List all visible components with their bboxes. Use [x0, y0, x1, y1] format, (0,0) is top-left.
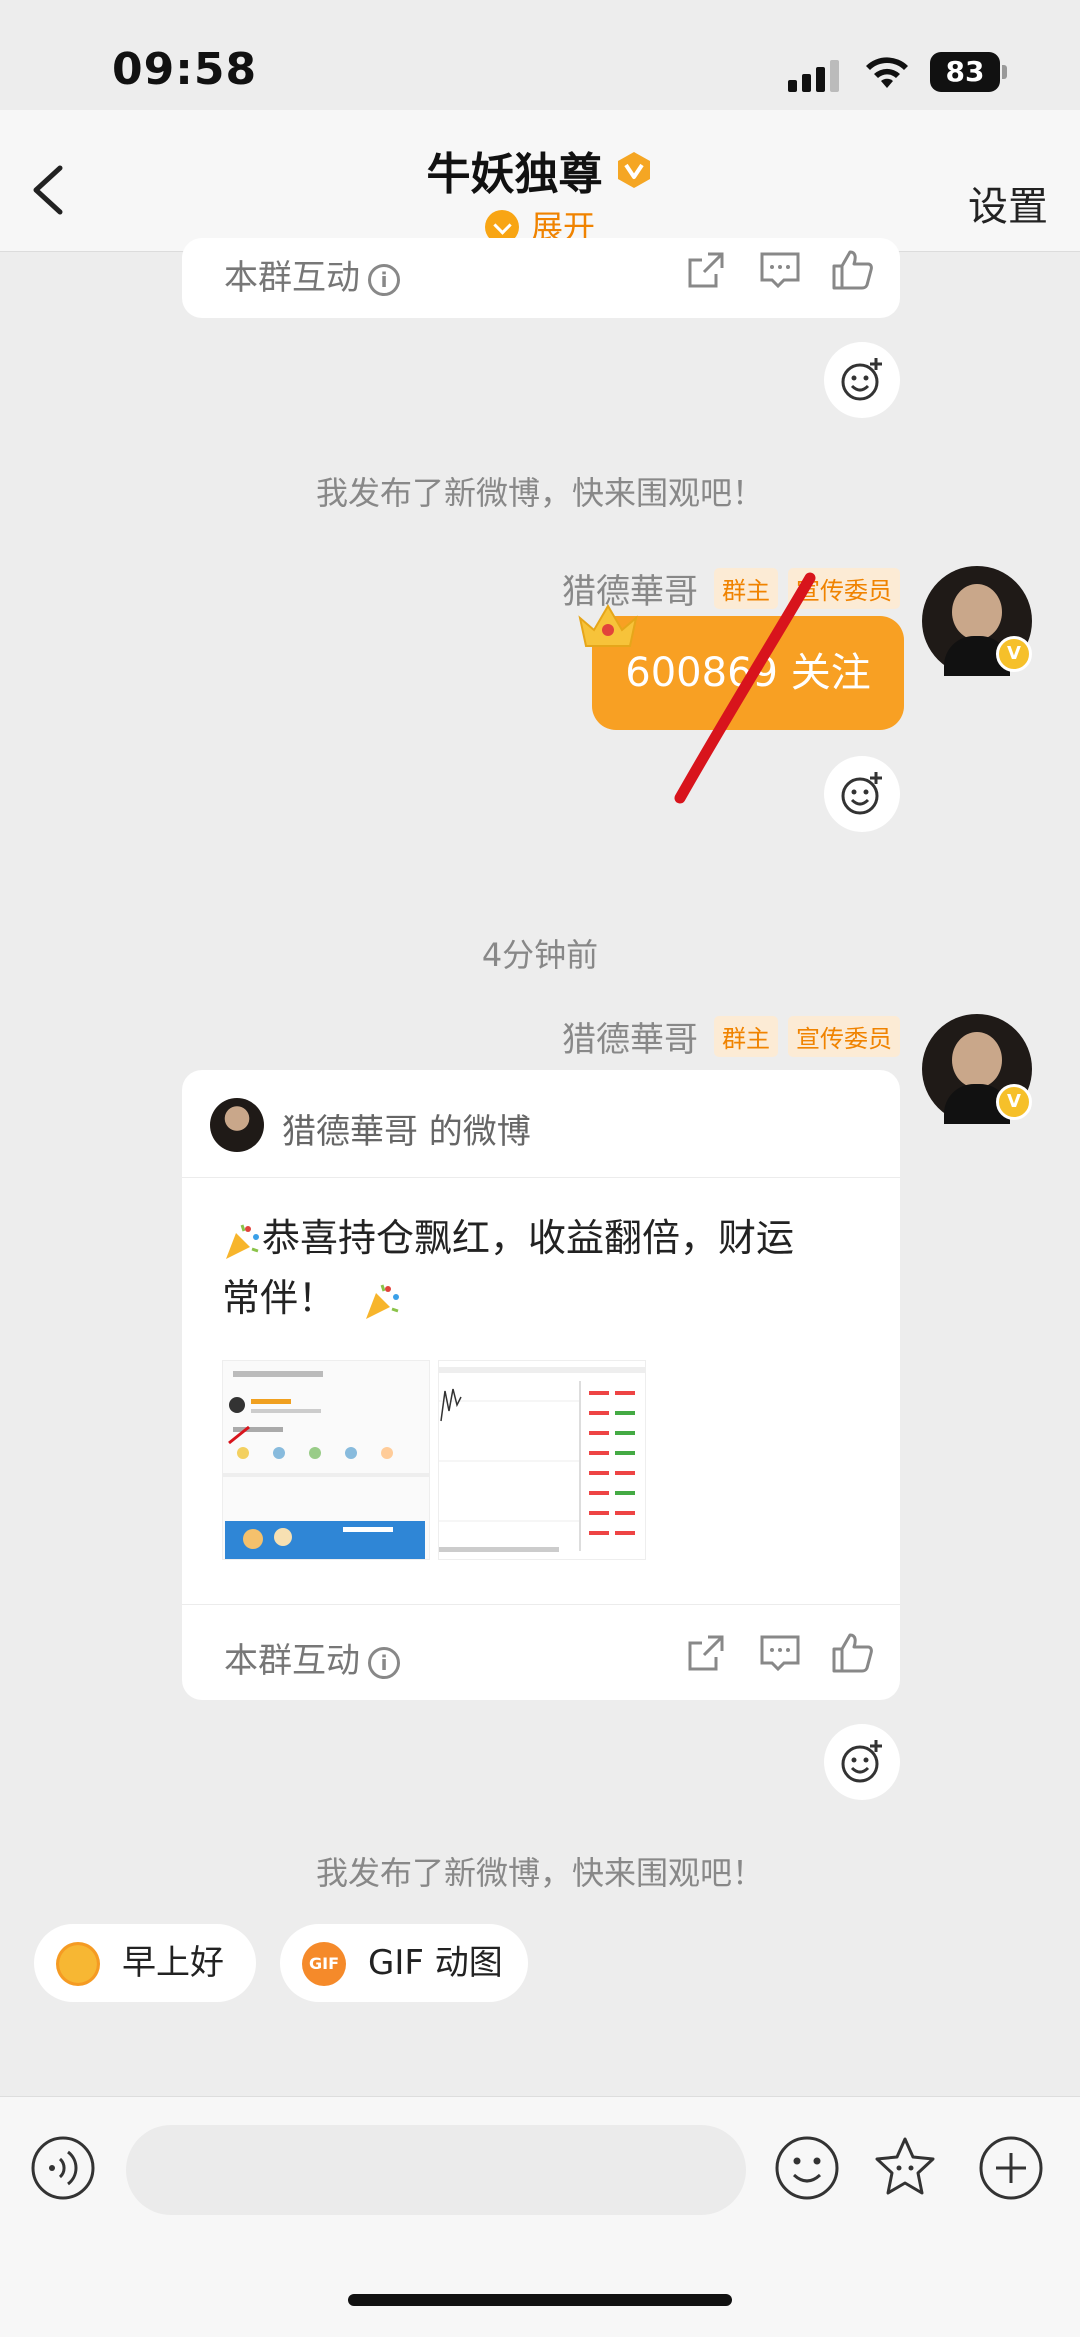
interaction-text: 本群互动: [224, 1641, 360, 1681]
weibo-author-avatar: [210, 1098, 264, 1152]
add-reaction-button[interactable]: [824, 1724, 900, 1800]
post-screenshot-thumbnail: [223, 1361, 429, 1559]
share-icon[interactable]: [684, 248, 728, 292]
emoji-icon[interactable]: [772, 2133, 842, 2203]
verified-v-icon: V: [996, 1084, 1032, 1120]
home-indicator: [348, 2294, 732, 2306]
comment-icon[interactable]: [758, 1631, 802, 1675]
group-title: 牛妖独尊: [426, 149, 603, 200]
share-icon[interactable]: [684, 1631, 728, 1675]
comment-icon[interactable]: [758, 248, 802, 292]
card-footer: 本群互动 i: [182, 238, 900, 318]
role-badge: 宣传委员: [788, 1015, 900, 1057]
message-input[interactable]: [126, 2125, 746, 2215]
party-popper-icon: [226, 1224, 259, 1259]
role-badge: 宣传委员: [788, 567, 900, 609]
sender-name[interactable]: 猎德華哥: [562, 1012, 698, 1061]
wifi-icon: [866, 57, 908, 88]
gif-icon: GIF: [302, 1942, 346, 1986]
weibo-card-title: 猎德華哥 的微博: [282, 1112, 531, 1152]
avatar[interactable]: V: [922, 1014, 1032, 1124]
weibo-card-header[interactable]: 猎德華哥 的微博: [182, 1070, 900, 1178]
weibo-text-line1: 恭喜持仓飘红，收益翻倍，财运: [262, 1216, 795, 1260]
system-message: 我发布了新微博，快来围观吧！: [315, 474, 764, 512]
weibo-share-card[interactable]: 本群互动 i: [182, 238, 900, 318]
add-more-icon[interactable]: [976, 2133, 1046, 2203]
info-icon[interactable]: i: [368, 1646, 400, 1679]
quick-reply-good-morning[interactable]: 早上好: [34, 1924, 256, 2002]
weibo-image-1[interactable]: [222, 1360, 430, 1560]
battery-icon: 83: [930, 52, 1007, 92]
crown-icon: [578, 604, 638, 647]
like-icon[interactable]: [830, 1631, 874, 1675]
voice-input-icon[interactable]: [30, 2135, 96, 2201]
quick-reply-label: GIF 动图: [368, 1943, 503, 1983]
cellular-signal-icon: [788, 60, 839, 92]
avatar[interactable]: V: [922, 566, 1032, 676]
verified-v-icon: V: [996, 636, 1032, 672]
info-icon[interactable]: i: [368, 263, 400, 296]
weibo-text-line2: 常伴！: [222, 1276, 337, 1320]
owner-badge: 群主: [714, 567, 778, 609]
interaction-text: 本群互动: [224, 258, 360, 298]
chat-screen: 09:58 83 牛妖独尊 展开 设置 本群互动 i 我发布了新微博，快来围观吧…: [0, 0, 1080, 2337]
owner-badge: 群主: [714, 1015, 778, 1057]
sender-line: 猎德華哥 群主 宣传委员: [562, 1015, 900, 1060]
weibo-share-card[interactable]: 猎德華哥 的微博 恭喜持仓飘红，收益翻倍，财运 常伴！ 本群互动 i: [182, 1070, 900, 1700]
like-icon[interactable]: [830, 248, 874, 292]
add-reaction-button[interactable]: [824, 756, 900, 832]
quick-reply-label: 早上好: [122, 1943, 224, 1983]
settings-button[interactable]: 设置: [968, 174, 1048, 232]
party-popper-icon: [366, 1284, 400, 1319]
time-divider: 4分钟前: [481, 936, 599, 974]
sun-face-icon: [56, 1942, 100, 1986]
weibo-text: 恭喜持仓飘红，收益翻倍，财运 常伴！: [222, 1208, 862, 1328]
chat-header: 牛妖独尊 展开 设置: [0, 110, 1080, 252]
system-message: 我发布了新微博，快来围观吧！: [315, 1854, 764, 1892]
add-emoji-icon: [841, 772, 882, 815]
battery-level: 83: [930, 52, 1000, 92]
stock-chart-thumbnail: [439, 1361, 645, 1559]
add-emoji-icon: [841, 1740, 882, 1783]
status-time: 09:58: [112, 44, 258, 95]
sticker-star-icon[interactable]: [870, 2133, 940, 2203]
verified-group-icon: [617, 152, 650, 188]
weibo-image-2[interactable]: [438, 1360, 646, 1560]
add-emoji-icon: [841, 358, 882, 401]
add-reaction-button[interactable]: [824, 342, 900, 418]
group-interaction-label[interactable]: 本群互动 i: [224, 1633, 400, 1682]
group-interaction-label[interactable]: 本群互动 i: [224, 250, 400, 299]
quick-reply-gif[interactable]: GIF GIF 动图: [280, 1924, 528, 2002]
card-footer: 本群互动 i: [182, 1604, 900, 1700]
